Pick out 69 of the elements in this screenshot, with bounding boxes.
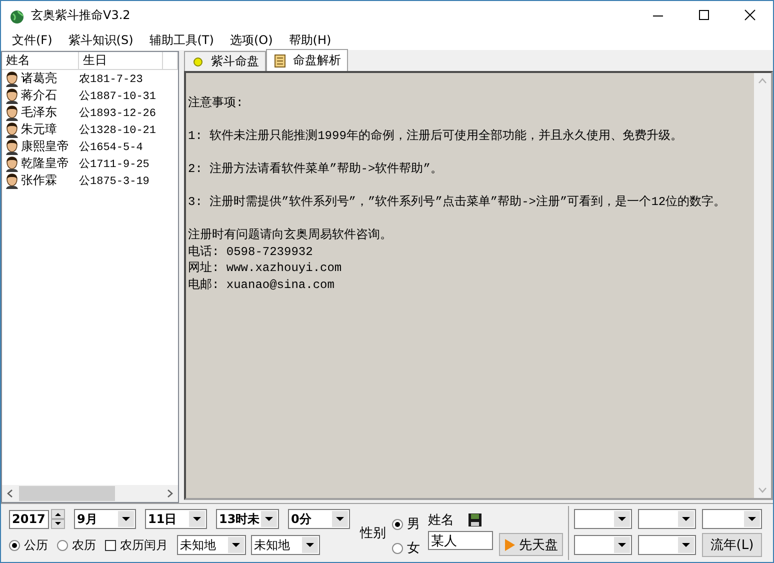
person-icon (5, 122, 19, 138)
dropdown[interactable] (638, 509, 696, 529)
birthday-cell-text: 公1328-10-21 (79, 123, 156, 137)
sun-icon (191, 54, 205, 68)
gender-radio[interactable]: 女 (392, 539, 420, 557)
name-label: 姓名 (428, 512, 454, 529)
notice-text: 3: 注册时需提供”软件系列号”，”软件系列号”点击菜单”帮助->注册”可看到，是一个12位的数字。 (188, 194, 727, 210)
birthday-cell-text: 公1711-9-25 (79, 157, 150, 171)
birthday-cell-text: 农181-7-23 (79, 72, 143, 86)
person-icon (5, 104, 19, 120)
dropdown[interactable] (702, 509, 762, 529)
person-name[interactable]: 毛泽东 (21, 104, 79, 121)
menu-item[interactable]: 帮助(H) (282, 32, 338, 48)
notebook-icon (273, 54, 287, 68)
birthday-cell-text: 公1654-5-4 (79, 140, 143, 154)
menu-item[interactable]: 文件(F) (5, 32, 60, 48)
person-icon (5, 138, 19, 154)
person-icon (5, 70, 19, 86)
birthday-cell-text: 公1887-10-31 (79, 89, 156, 103)
notice-text: 2: 注册方法请看软件菜单”帮助->软件帮助”。 (188, 161, 444, 178)
name-field[interactable]: 某人 (428, 531, 493, 550)
notice-text: 注册时有问题请向玄奥周易软件咨询。 (188, 227, 393, 244)
person-icon (5, 172, 19, 188)
hour-dropdown[interactable]: 13时未 (216, 509, 279, 529)
gender-label: 性别 (360, 525, 386, 542)
birthday-cell-text: 公1893-12-26 (79, 106, 156, 120)
person-name[interactable]: 朱元璋 (21, 121, 79, 138)
flow-year-button[interactable]: 流年(L) (702, 533, 762, 557)
person-icon (5, 156, 19, 172)
tab[interactable]: 紫斗命盘 (184, 51, 266, 71)
year-field[interactable]: 2017 (9, 510, 49, 528)
notice-text: 注意事项: (188, 95, 244, 112)
dropdown[interactable] (638, 535, 696, 555)
person-name[interactable]: 诸葛亮 (21, 70, 79, 87)
notice-text: 网址: www.xazhouyi.com (188, 260, 343, 276)
place-dropdown[interactable]: 未知地 (251, 535, 320, 555)
person-name[interactable]: 张作霖 (21, 172, 79, 189)
tab[interactable]: 命盘解析 (266, 49, 348, 71)
scrollbar-thumb[interactable] (19, 486, 115, 501)
birthday-cell-text: 公1875-3-19 (79, 174, 150, 188)
save-icon[interactable] (468, 513, 482, 527)
notice-text: 电话: 0598-7239932 (188, 244, 314, 260)
column-header[interactable]: 生日 (79, 52, 163, 69)
globe-icon (9, 8, 25, 24)
day-dropdown[interactable]: 11日 (145, 509, 207, 529)
chart-button[interactable]: 先天盘 (499, 533, 563, 556)
calendar-radio[interactable]: 公历 (9, 536, 48, 554)
menu-item[interactable]: 紫斗知识(S) (61, 32, 140, 48)
person-name[interactable]: 乾隆皇帝 (21, 155, 79, 172)
gender-radio[interactable]: 男 (392, 515, 420, 533)
menu-item[interactable]: 选项(O) (222, 32, 280, 48)
column-header[interactable]: 姓名 (2, 52, 79, 69)
minute-dropdown[interactable]: 0分 (288, 509, 350, 529)
notice-text: 1: 软件未注册只能推测1999年的命例，注册后可使用全部功能，并且永久使用、免费升级。 (188, 128, 684, 144)
dropdown[interactable] (574, 535, 632, 555)
notice-text: 电邮: xuanao@sina.com (188, 276, 336, 293)
person-name[interactable]: 康熙皇帝 (21, 138, 79, 155)
menu-item[interactable]: 辅助工具(T) (142, 32, 221, 48)
calendar-radio[interactable]: 农历 (57, 536, 96, 554)
play-icon (504, 538, 516, 552)
dropdown[interactable] (574, 509, 632, 529)
place-dropdown[interactable]: 未知地 (177, 535, 246, 555)
month-dropdown[interactable]: 9月 (74, 509, 136, 529)
window-title: 玄奥紫斗推命V3.2 (31, 7, 132, 24)
person-icon (5, 88, 19, 104)
leap-month-checkbox[interactable]: 农历闰月 (105, 536, 168, 554)
spinner-icon[interactable] (51, 509, 65, 529)
horizontal-scrollbar[interactable] (2, 485, 178, 502)
person-name[interactable]: 蒋介石 (21, 87, 79, 104)
